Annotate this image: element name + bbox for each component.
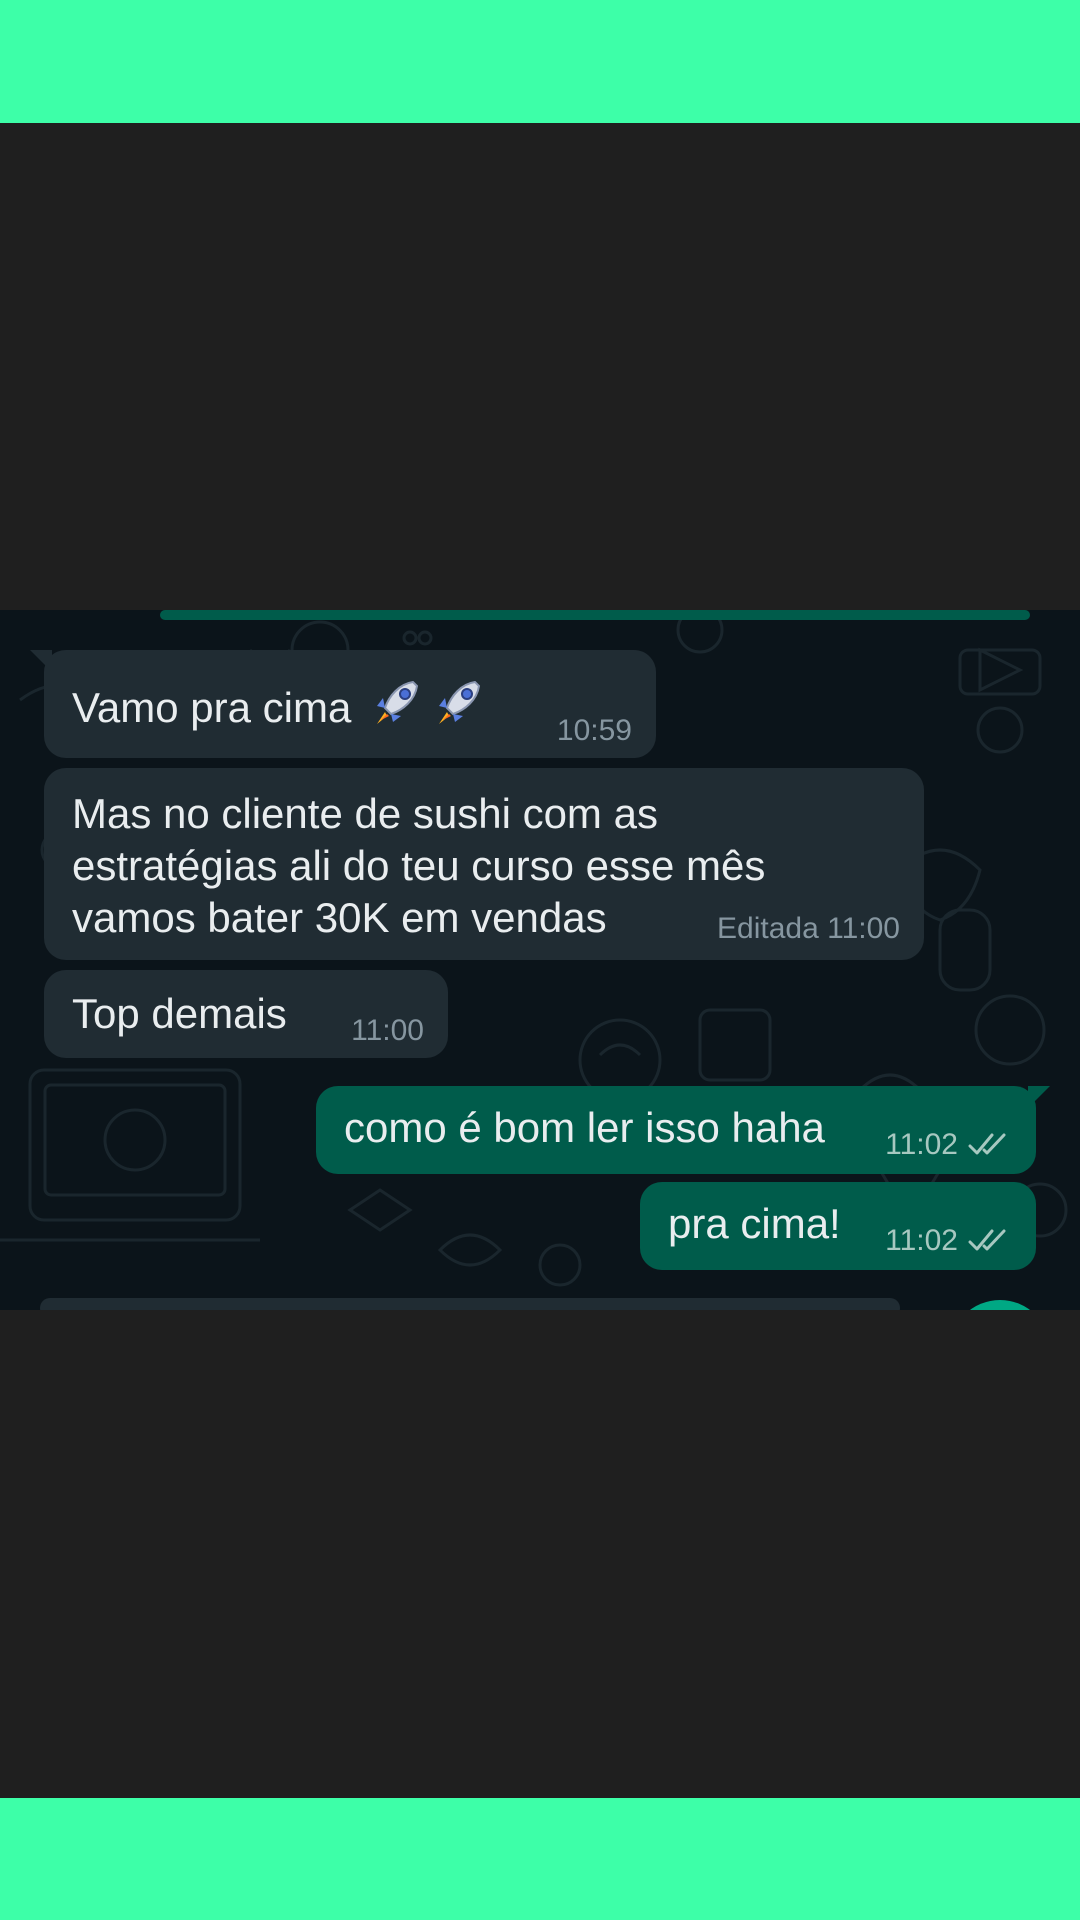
chat-conversation[interactable]: Vamo pra cima 10:59 Mas no cliente de su… (0, 610, 1080, 1310)
bottom-accent-band (0, 1798, 1080, 1920)
outgoing-message[interactable]: como é bom ler isso haha 11:02 (316, 1086, 1050, 1174)
message-text: como é bom ler isso haha (344, 1104, 825, 1151)
message-text: pra cima! (668, 1200, 841, 1247)
outgoing-message[interactable]: pra cima! 11:02 (640, 1182, 1036, 1270)
rocket-icon (377, 680, 419, 724)
top-accent-band (0, 0, 1080, 123)
incoming-message[interactable]: Mas no cliente de sushi com as estratégi… (44, 768, 924, 960)
edited-label: Editada (717, 912, 819, 945)
bottom-letterbox (0, 1310, 1080, 1798)
message-time: 11:00 (827, 912, 900, 945)
message-line: Mas no cliente de sushi com as (72, 790, 658, 837)
double-check-icon (968, 1133, 1006, 1155)
bubble-tail (30, 650, 52, 672)
message-line: estratégias ali do teu curso esse mês (72, 842, 766, 889)
message-text: Top demais (72, 990, 287, 1037)
message-line: vamos bater 30K em vendas (72, 894, 607, 941)
rocket-icon (439, 680, 481, 724)
double-check-icon (968, 1229, 1006, 1251)
message-text: Vamo pra cima (72, 684, 352, 731)
bubble-tail (1028, 1086, 1050, 1108)
message-time: 11:02 (885, 1224, 958, 1257)
message-time: 11:00 (351, 1014, 424, 1047)
message-time: 10:59 (556, 714, 632, 747)
incoming-message[interactable]: Top demais 11:00 (44, 970, 448, 1058)
incoming-message[interactable]: Vamo pra cima 10:59 (30, 650, 656, 758)
top-letterbox (0, 123, 1080, 610)
message-time: 11:02 (885, 1128, 958, 1161)
